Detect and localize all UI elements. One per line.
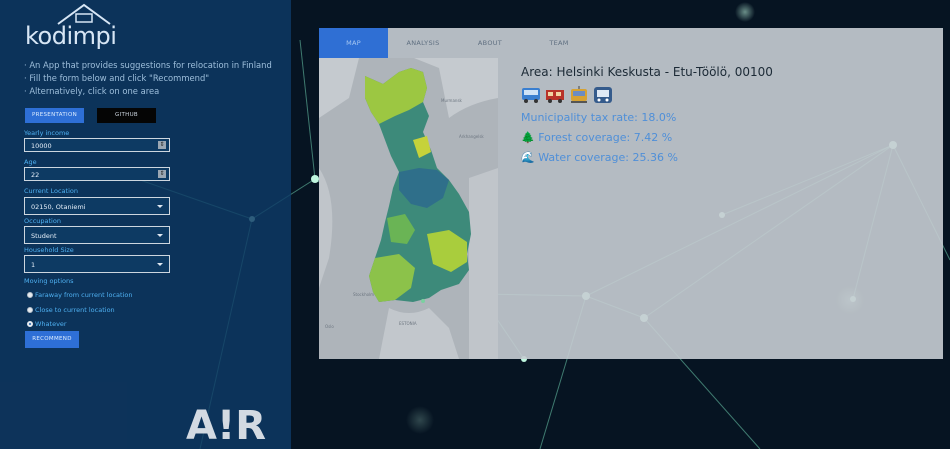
location-value: 02150, Otaniemi — [31, 203, 86, 211]
svg-text:A!R: A!R — [186, 403, 266, 445]
tab-map[interactable]: MAP — [319, 28, 388, 58]
forest-text: Forest coverage: 7.42 % — [538, 131, 673, 144]
occupation-value: Student — [31, 232, 57, 240]
location-label: Current Location — [24, 187, 78, 195]
radio-button[interactable] — [27, 292, 33, 298]
bus-icon — [522, 88, 540, 103]
metro-icon — [594, 87, 612, 103]
tab-bar: MAP ANALYSIS ABOUT TEAM — [319, 28, 943, 58]
water-text: Water coverage: 25.36 % — [538, 151, 678, 164]
spinner-icon[interactable]: ⇕ — [158, 141, 166, 149]
radio-button-selected[interactable] — [27, 321, 33, 327]
area-title: Area: Helsinki Keskusta - Etu-Töölö, 001… — [521, 65, 773, 79]
intro-line-1: · An App that provides suggestions for r… — [24, 60, 272, 70]
main-panel: MAP ANALYSIS ABOUT TEAM Murmansk Arkhang… — [319, 28, 943, 359]
map-label-stockholm: Stockholm — [353, 292, 374, 297]
income-label: Yearly income — [24, 129, 70, 137]
train-icon — [546, 90, 564, 103]
radio-whatever[interactable]: Whatever — [27, 320, 67, 328]
household-label: Household Size — [24, 246, 74, 254]
occupation-select[interactable]: Student — [24, 226, 170, 244]
tab-analysis[interactable]: ANALYSIS — [401, 28, 445, 58]
occupation-label: Occupation — [24, 217, 61, 225]
radio-label: Close to current location — [35, 306, 115, 314]
household-select[interactable]: 1 — [24, 255, 170, 273]
age-label: Age — [24, 158, 37, 166]
income-value: 10000 — [31, 142, 52, 150]
radio-close[interactable]: Close to current location — [27, 306, 115, 314]
map-label-murmansk: Murmansk — [441, 98, 463, 103]
tram-icon — [571, 86, 587, 103]
radio-label: Faraway from current location — [35, 291, 133, 299]
presentation-button[interactable]: PRESENTATION — [25, 108, 84, 123]
intro-list: · An App that provides suggestions for r… — [24, 59, 272, 97]
map-label-oslo: Oslo — [325, 324, 334, 329]
finland-map[interactable]: Murmansk Arkhangelsk ESTONIA Oslo Stockh… — [319, 58, 498, 359]
wave-icon: 🌊 — [521, 151, 535, 164]
air-logo: A!R — [186, 403, 266, 445]
spinner-icon[interactable]: ⇕ — [158, 170, 166, 178]
income-input[interactable]: 10000 ⇕ — [24, 138, 170, 152]
map-label-estonia: ESTONIA — [399, 321, 417, 326]
radio-button[interactable] — [27, 307, 33, 313]
intro-line-2: · Fill the form below and click "Recomme… — [24, 72, 210, 83]
radio-faraway[interactable]: Faraway from current location — [27, 291, 133, 299]
chevron-down-icon — [157, 234, 163, 237]
moving-label: Moving options — [24, 277, 74, 285]
tax-rate: Municipality tax rate: 18.0% — [521, 111, 677, 124]
water-coverage: 🌊 Water coverage: 25.36 % — [521, 151, 678, 164]
chevron-down-icon — [157, 205, 163, 208]
chevron-down-icon — [157, 263, 163, 266]
household-value: 1 — [31, 261, 36, 269]
kodimpi-logo: kodimpi — [25, 3, 117, 50]
intro-line-3: · Alternatively, click on one area — [24, 85, 160, 96]
age-input[interactable]: 22 ⇕ — [24, 167, 170, 181]
map-label-arkhangelsk: Arkhangelsk — [459, 134, 484, 139]
svg-text:kodimpi: kodimpi — [25, 22, 116, 50]
tab-team[interactable]: TEAM — [539, 28, 579, 58]
sidebar: kodimpi · An App that provides suggestio… — [0, 0, 291, 449]
location-select[interactable]: 02150, Otaniemi — [24, 197, 170, 215]
tree-icon: 🌲 — [521, 131, 535, 144]
age-value: 22 — [31, 171, 40, 179]
radio-label: Whatever — [35, 320, 67, 328]
github-button[interactable]: GITHUB — [97, 108, 156, 123]
tab-about[interactable]: ABOUT — [472, 28, 508, 58]
forest-coverage: 🌲 Forest coverage: 7.42 % — [521, 131, 672, 144]
recommend-button[interactable]: RECOMMEND — [25, 331, 79, 348]
